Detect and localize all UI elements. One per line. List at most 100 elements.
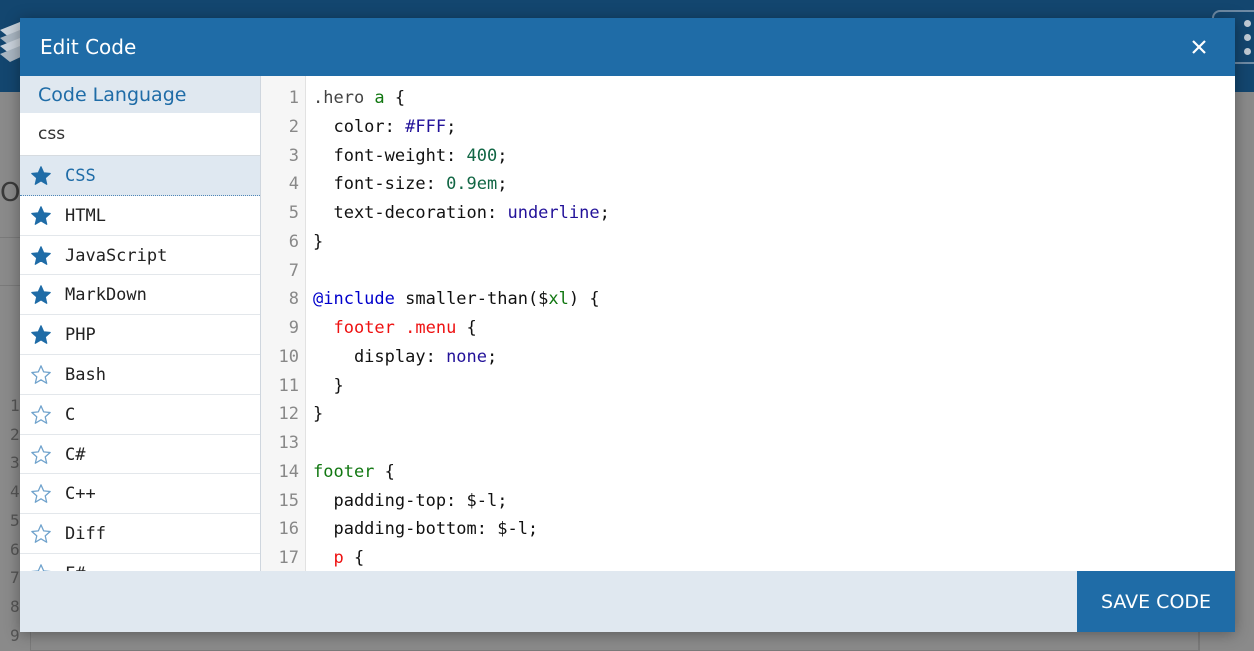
line-number: 9	[288, 318, 299, 338]
language-item[interactable]: C++	[20, 474, 260, 515]
background-divider	[0, 285, 20, 286]
star-filled-icon[interactable]	[30, 165, 52, 187]
code-token: }	[313, 404, 324, 425]
language-item[interactable]: PHP	[20, 315, 260, 355]
code-line[interactable]: footer {	[313, 462, 395, 482]
language-item-label: Bash	[65, 364, 106, 385]
star-filled-icon[interactable]	[30, 284, 52, 306]
modal-footer: SAVE CODE	[20, 571, 1235, 632]
language-search-input[interactable]	[20, 113, 260, 156]
line-number: 15	[278, 490, 299, 511]
code-token: color:	[313, 116, 406, 137]
close-button[interactable]	[1184, 32, 1214, 62]
language-item-label: PHP	[65, 325, 96, 346]
language-item-label: C#	[65, 444, 86, 465]
star-outline-icon[interactable]	[30, 483, 52, 505]
language-pane-header: Code Language	[20, 76, 260, 113]
language-item[interactable]: Bash	[20, 355, 260, 395]
edit-code-modal: Edit Code Code Language CSS HTML JavaScrip…	[20, 18, 1235, 632]
save-code-button[interactable]: SAVE CODE	[1077, 571, 1235, 632]
language-item[interactable]: C	[20, 395, 260, 435]
code-token: none	[446, 346, 488, 367]
code-token: display:	[313, 346, 447, 367]
language-list: CSS HTML JavaScript MarkDown PHP Bash C C# C++ Di…	[20, 156, 260, 571]
star-filled-icon[interactable]	[30, 245, 52, 267]
code-token: padding-bottom: $-l;	[313, 519, 539, 540]
star-outline-icon[interactable]	[30, 444, 52, 466]
language-pane: Code Language CSS HTML JavaScript MarkDown P…	[20, 76, 261, 571]
code-editor[interactable]: 1 2 3 4 5 6 7 8 9 10 11 12 13 14 15 16 17 .hero a { colo…	[261, 76, 1235, 571]
code-token: ;	[599, 203, 610, 223]
line-number: 17	[278, 548, 299, 568]
line-number: 10	[278, 346, 299, 367]
background-editor	[30, 632, 1200, 651]
language-item-label: MarkDown	[65, 285, 147, 306]
language-item[interactable]: HTML	[20, 196, 260, 236]
code-token: ;	[487, 346, 498, 367]
code-line[interactable]: }	[313, 376, 343, 396]
line-number: 8	[288, 289, 299, 310]
code-token: font-size:	[313, 174, 447, 195]
code-token: @include	[313, 289, 395, 310]
line-number: 1	[288, 88, 299, 108]
line-number-gutter: 1 2 3 4 5 6 7 8 9 10 11 12 13 14 15 16 17	[261, 76, 306, 571]
code-token: xl	[548, 289, 569, 310]
line-number: 6	[288, 231, 299, 252]
code-token: 0.9em	[446, 174, 498, 195]
star-outline-icon[interactable]	[30, 364, 52, 386]
language-item[interactable]: JavaScript	[20, 236, 260, 276]
line-number: 4	[288, 174, 299, 195]
code-line[interactable]: }	[313, 404, 323, 424]
language-item-label: JavaScript	[65, 245, 168, 266]
language-item-label: Diff	[65, 524, 106, 545]
code-token: #FFF	[405, 116, 447, 137]
language-item-label: CSS	[65, 166, 96, 186]
code-token: {	[456, 318, 477, 338]
star-outline-icon[interactable]	[30, 523, 52, 545]
code-line[interactable]: padding-bottom: $-l;	[313, 519, 538, 539]
language-item[interactable]: F#	[20, 554, 260, 571]
code-token: smaller-than($	[394, 289, 549, 310]
code-token: font-weight:	[313, 145, 467, 166]
line-number: 3	[288, 145, 299, 166]
language-item-label: F#	[65, 564, 85, 571]
code-line[interactable]: padding-top: $-l;	[313, 491, 507, 511]
line-number: 16	[278, 519, 299, 540]
code-line[interactable]: .hero a {	[313, 88, 405, 108]
modal-header: Edit Code	[20, 18, 1235, 76]
line-number: 12	[278, 404, 299, 425]
code-token: underline	[507, 203, 600, 223]
code-line[interactable]: color: #FFF;	[313, 117, 456, 137]
language-item[interactable]: CSS	[20, 156, 260, 196]
code-token: {	[343, 548, 365, 568]
code-line[interactable]: font-size: 0.9em;	[313, 174, 507, 195]
code-token: {	[374, 461, 395, 482]
code-line[interactable]: }	[313, 232, 323, 252]
code-token: p	[333, 548, 344, 568]
code-token: }	[313, 231, 324, 252]
code-token: a	[374, 88, 385, 108]
code-line[interactable]: font-weight: 400;	[313, 145, 507, 166]
code-token: footer .menu	[333, 318, 457, 338]
star-outline-icon[interactable]	[30, 404, 52, 426]
code-token: {	[384, 88, 406, 108]
code-token: .hero	[313, 88, 375, 108]
code-line[interactable]: text-decoration: underline;	[313, 203, 610, 223]
language-item[interactable]: MarkDown	[20, 275, 260, 316]
code-token: footer	[313, 461, 375, 482]
language-item[interactable]: Diff	[20, 514, 260, 554]
code-line[interactable]: display: none;	[313, 347, 497, 367]
line-number: 11	[278, 375, 299, 396]
close-icon	[1192, 40, 1206, 54]
code-token: text-decoration:	[313, 203, 508, 223]
background-divider	[0, 237, 20, 238]
code-line[interactable]: p {	[313, 548, 364, 568]
language-item[interactable]: C#	[20, 435, 260, 475]
star-filled-icon[interactable]	[30, 324, 52, 346]
code-line[interactable]: @include smaller-than($xl) {	[313, 289, 600, 309]
code-token: ;	[446, 116, 457, 137]
code-line[interactable]: footer .menu {	[313, 318, 477, 338]
line-number: 2	[288, 116, 299, 137]
star-filled-icon[interactable]	[30, 205, 52, 227]
star-outline-icon[interactable]	[30, 563, 52, 571]
